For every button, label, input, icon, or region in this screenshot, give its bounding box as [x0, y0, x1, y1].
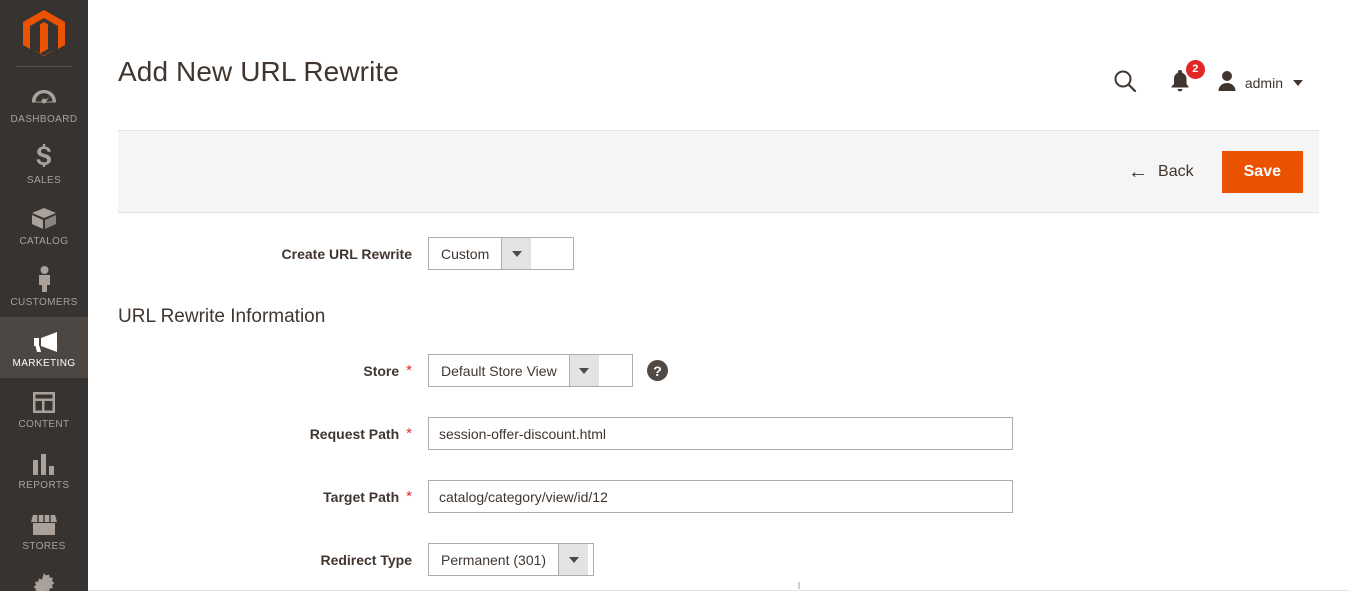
create-url-rewrite-row: Create URL Rewrite Custom [118, 237, 1319, 270]
sidebar-item-content[interactable]: CONTENT [0, 378, 88, 439]
chevron-down-icon [568, 355, 599, 386]
store-row: Store * Default Store View ? [118, 354, 1319, 387]
arrow-left-icon: ← [1128, 160, 1149, 183]
dollar-icon [35, 144, 53, 170]
target-path-row: Target Path * [118, 480, 1319, 513]
megaphone-icon [30, 327, 58, 353]
required-asterisk: * [406, 425, 412, 442]
store-select[interactable]: Default Store View [428, 354, 633, 387]
create-url-rewrite-select[interactable]: Custom [428, 237, 574, 270]
search-icon [1113, 69, 1137, 98]
admin-user-menu[interactable]: admin [1207, 70, 1303, 97]
sidebar-item-marketing[interactable]: MARKETING [0, 317, 88, 378]
person-icon [36, 266, 53, 292]
magento-logo[interactable] [0, 0, 88, 66]
sidebar-item-customers[interactable]: CUSTOMERS [0, 256, 88, 317]
required-asterisk: * [406, 362, 412, 379]
sidebar-divider [16, 66, 72, 67]
create-url-rewrite-value: Custom [441, 245, 490, 262]
dashboard-icon [31, 83, 57, 109]
save-button[interactable]: Save [1221, 150, 1303, 193]
store-value: Default Store View [441, 362, 557, 379]
target-path-input[interactable] [428, 480, 1013, 513]
chevron-down-icon [1293, 80, 1303, 86]
store-label: Store * [363, 362, 412, 379]
back-button-label: Back [1158, 162, 1194, 180]
redirect-type-label: Redirect Type [320, 551, 412, 568]
sidebar-item-label: STORES [22, 541, 66, 552]
sidebar-item-label: REPORTS [18, 480, 70, 491]
notifications-button[interactable]: 2 [1153, 60, 1207, 100]
magento-logo-icon [23, 9, 65, 56]
url-rewrite-form: Create URL Rewrite Custom URL Rewrite In… [88, 237, 1349, 576]
request-path-input[interactable] [428, 417, 1013, 450]
section-title: URL Rewrite Information [118, 306, 326, 327]
sidebar-item-dashboard[interactable]: DASHBOARD [0, 73, 88, 134]
required-asterisk: * [406, 488, 412, 505]
sidebar-item-label: CONTENT [18, 419, 70, 430]
sidebar: DASHBOARD SALES CATALOG CUSTOMERS MARKET… [0, 0, 88, 591]
sidebar-item-label: CUSTOMERS [10, 297, 78, 308]
main-content: Add New URL Rewrite 2 admin ← Back Save … [88, 0, 1349, 591]
box-icon [31, 205, 57, 231]
admin-user-label: admin [1244, 75, 1283, 91]
chevron-down-icon [558, 544, 589, 575]
sidebar-item-label: MARKETING [12, 358, 76, 369]
sidebar-item-label: SALES [26, 175, 62, 186]
request-path-row: Request Path * [118, 417, 1319, 450]
target-path-label: Target Path * [323, 488, 412, 505]
redirect-type-value: Permanent (301) [441, 551, 547, 568]
sidebar-item-label: DASHBOARD [10, 114, 78, 125]
bar-chart-icon [32, 449, 56, 475]
header-actions: 2 admin [1097, 60, 1319, 100]
sidebar-item-system[interactable]: SYSTEM [0, 561, 88, 591]
notification-count-badge: 2 [1185, 60, 1205, 79]
back-button[interactable]: ← Back [1128, 162, 1194, 182]
sidebar-item-catalog[interactable]: CATALOG [0, 195, 88, 256]
page-actions-toolbar: ← Back Save [118, 130, 1319, 213]
sidebar-item-stores[interactable]: STORES [0, 500, 88, 561]
create-url-rewrite-label: Create URL Rewrite [281, 245, 412, 262]
scrollbar-nub[interactable] [798, 582, 800, 589]
search-button[interactable] [1097, 66, 1153, 100]
page-header: Add New URL Rewrite 2 admin [88, 0, 1349, 130]
storefront-icon [31, 510, 57, 536]
redirect-type-select[interactable]: Permanent (301) [428, 543, 594, 576]
user-icon [1217, 70, 1237, 97]
request-path-label: Request Path * [309, 425, 412, 442]
store-help-icon[interactable]: ? [647, 360, 668, 381]
redirect-type-row: Redirect Type Permanent (301) [118, 543, 1319, 576]
layout-icon [32, 388, 56, 414]
sidebar-item-sales[interactable]: SALES [0, 134, 88, 195]
gear-icon [32, 571, 56, 591]
chevron-down-icon [501, 238, 532, 269]
sidebar-item-reports[interactable]: REPORTS [0, 439, 88, 500]
sidebar-item-label: CATALOG [19, 236, 69, 247]
admin-page: DASHBOARD SALES CATALOG CUSTOMERS MARKET… [0, 0, 1349, 591]
page-title: Add New URL Rewrite [118, 56, 399, 87]
